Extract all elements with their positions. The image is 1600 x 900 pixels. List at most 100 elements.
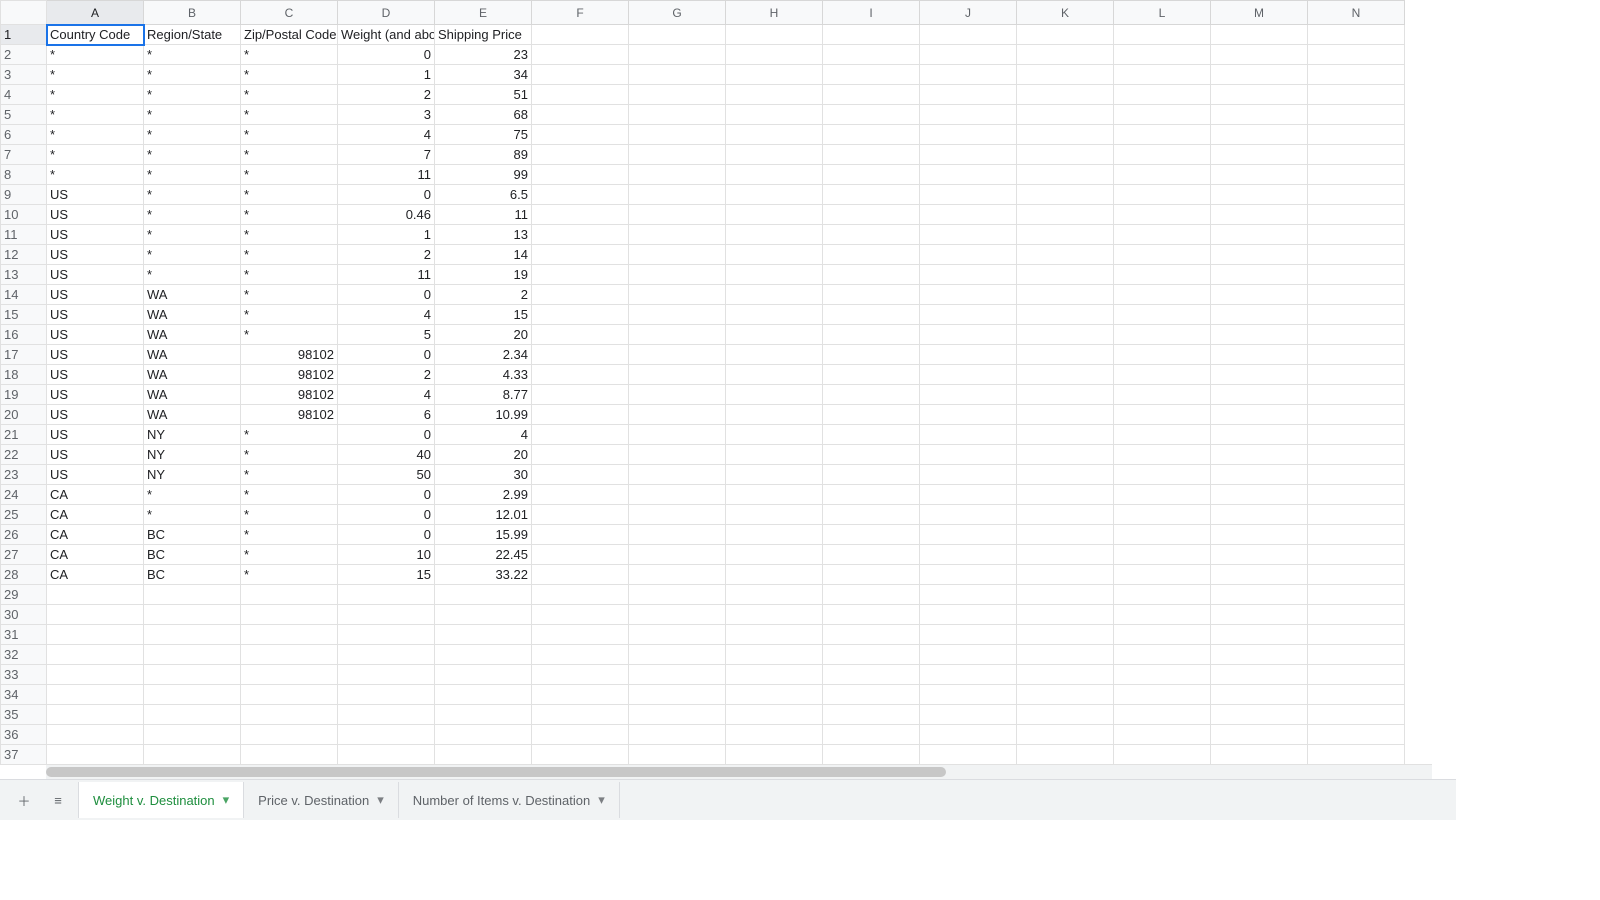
cell-F21[interactable]: [532, 425, 629, 445]
cell-N33[interactable]: [1308, 665, 1405, 685]
cell-C32[interactable]: [241, 645, 338, 665]
cell-H27[interactable]: [726, 545, 823, 565]
cell-J17[interactable]: [920, 345, 1017, 365]
cell-N28[interactable]: [1308, 565, 1405, 585]
cell-A19[interactable]: US: [47, 385, 144, 405]
row-header-16[interactable]: 16: [1, 325, 47, 345]
cell-I24[interactable]: [823, 485, 920, 505]
cell-M33[interactable]: [1211, 665, 1308, 685]
cell-E16[interactable]: 20: [435, 325, 532, 345]
cell-G31[interactable]: [629, 625, 726, 645]
cell-A14[interactable]: US: [47, 285, 144, 305]
cell-L35[interactable]: [1114, 705, 1211, 725]
cell-F30[interactable]: [532, 605, 629, 625]
cell-I17[interactable]: [823, 345, 920, 365]
cell-H37[interactable]: [726, 745, 823, 765]
cell-M5[interactable]: [1211, 105, 1308, 125]
cell-A32[interactable]: [47, 645, 144, 665]
row-header-36[interactable]: 36: [1, 725, 47, 745]
cell-H28[interactable]: [726, 565, 823, 585]
cell-E23[interactable]: 30: [435, 465, 532, 485]
cell-B27[interactable]: BC: [144, 545, 241, 565]
cell-L2[interactable]: [1114, 45, 1211, 65]
cell-A20[interactable]: US: [47, 405, 144, 425]
cell-L23[interactable]: [1114, 465, 1211, 485]
cell-G35[interactable]: [629, 705, 726, 725]
cell-A4[interactable]: *: [47, 85, 144, 105]
cell-A2[interactable]: *: [47, 45, 144, 65]
cell-K9[interactable]: [1017, 185, 1114, 205]
cell-E14[interactable]: 2: [435, 285, 532, 305]
column-header-B[interactable]: B: [144, 1, 241, 25]
cell-J23[interactable]: [920, 465, 1017, 485]
cell-N14[interactable]: [1308, 285, 1405, 305]
cell-F2[interactable]: [532, 45, 629, 65]
cell-F29[interactable]: [532, 585, 629, 605]
cell-L18[interactable]: [1114, 365, 1211, 385]
cell-D32[interactable]: [338, 645, 435, 665]
cell-H1[interactable]: [726, 25, 823, 45]
cell-B18[interactable]: WA: [144, 365, 241, 385]
cell-H20[interactable]: [726, 405, 823, 425]
cell-D30[interactable]: [338, 605, 435, 625]
cell-K17[interactable]: [1017, 345, 1114, 365]
cell-D10[interactable]: 0.46: [338, 205, 435, 225]
cell-M32[interactable]: [1211, 645, 1308, 665]
cell-E13[interactable]: 19: [435, 265, 532, 285]
cell-L15[interactable]: [1114, 305, 1211, 325]
cell-N11[interactable]: [1308, 225, 1405, 245]
cell-E11[interactable]: 13: [435, 225, 532, 245]
cell-F23[interactable]: [532, 465, 629, 485]
row-header-34[interactable]: 34: [1, 685, 47, 705]
cell-L33[interactable]: [1114, 665, 1211, 685]
cell-A5[interactable]: *: [47, 105, 144, 125]
cell-A16[interactable]: US: [47, 325, 144, 345]
cell-D23[interactable]: 50: [338, 465, 435, 485]
cell-G16[interactable]: [629, 325, 726, 345]
row-header-11[interactable]: 11: [1, 225, 47, 245]
cell-J30[interactable]: [920, 605, 1017, 625]
cell-E35[interactable]: [435, 705, 532, 725]
select-all-corner[interactable]: [1, 1, 47, 25]
cell-L19[interactable]: [1114, 385, 1211, 405]
cell-K5[interactable]: [1017, 105, 1114, 125]
row-header-26[interactable]: 26: [1, 525, 47, 545]
cell-N25[interactable]: [1308, 505, 1405, 525]
cell-B22[interactable]: NY: [144, 445, 241, 465]
cell-E10[interactable]: 11: [435, 205, 532, 225]
cell-A15[interactable]: US: [47, 305, 144, 325]
cell-A9[interactable]: US: [47, 185, 144, 205]
cell-N10[interactable]: [1308, 205, 1405, 225]
cell-N7[interactable]: [1308, 145, 1405, 165]
cell-H14[interactable]: [726, 285, 823, 305]
cell-B24[interactable]: *: [144, 485, 241, 505]
cell-A11[interactable]: US: [47, 225, 144, 245]
cell-D31[interactable]: [338, 625, 435, 645]
cell-E27[interactable]: 22.45: [435, 545, 532, 565]
cell-D8[interactable]: 11: [338, 165, 435, 185]
cell-J2[interactable]: [920, 45, 1017, 65]
row-header-22[interactable]: 22: [1, 445, 47, 465]
cell-I35[interactable]: [823, 705, 920, 725]
cell-H15[interactable]: [726, 305, 823, 325]
cell-L4[interactable]: [1114, 85, 1211, 105]
cell-E37[interactable]: [435, 745, 532, 765]
cell-B20[interactable]: WA: [144, 405, 241, 425]
cell-E29[interactable]: [435, 585, 532, 605]
cell-H30[interactable]: [726, 605, 823, 625]
cell-N23[interactable]: [1308, 465, 1405, 485]
cell-M28[interactable]: [1211, 565, 1308, 585]
cell-M2[interactable]: [1211, 45, 1308, 65]
cell-D3[interactable]: 1: [338, 65, 435, 85]
cell-N1[interactable]: [1308, 25, 1405, 45]
cell-E28[interactable]: 33.22: [435, 565, 532, 585]
cell-B2[interactable]: *: [144, 45, 241, 65]
cell-N20[interactable]: [1308, 405, 1405, 425]
cell-E32[interactable]: [435, 645, 532, 665]
cell-I26[interactable]: [823, 525, 920, 545]
cell-J25[interactable]: [920, 505, 1017, 525]
cell-D16[interactable]: 5: [338, 325, 435, 345]
cell-H12[interactable]: [726, 245, 823, 265]
cell-E31[interactable]: [435, 625, 532, 645]
cell-A21[interactable]: US: [47, 425, 144, 445]
